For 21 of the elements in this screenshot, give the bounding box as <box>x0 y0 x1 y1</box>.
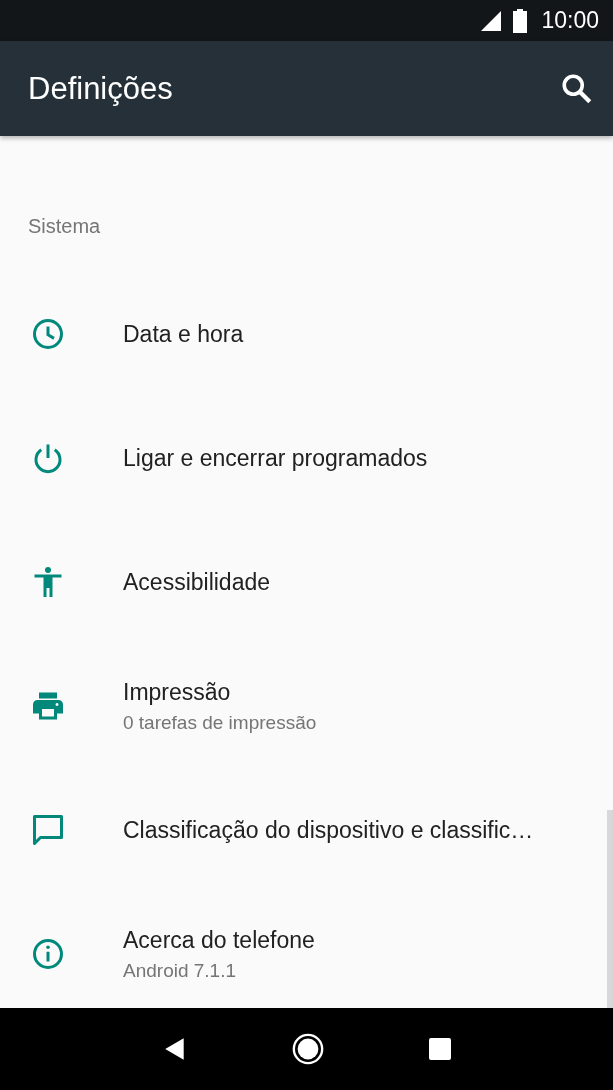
recents-icon[interactable] <box>427 1037 452 1061</box>
settings-item[interactable]: Acessibilidade <box>0 520 606 644</box>
item-summary: Android 7.1.1 <box>123 959 238 982</box>
item-title: Impressão <box>123 678 232 706</box>
home-icon[interactable] <box>290 1032 325 1066</box>
settings-item[interactable]: Acerca do telefone Android 7.1.1 <box>0 892 606 1008</box>
settings-item[interactable]: Classificação do dispositivo e classific… <box>0 768 606 892</box>
settings-item[interactable]: Ligar e encerrar programados <box>0 396 606 520</box>
settings-item[interactable]: Impressão 0 tarefas de impressão <box>0 644 606 768</box>
item-title: Classificação do dispositivo e classific… <box>123 816 534 844</box>
battery-icon <box>513 8 528 33</box>
item-title: Ligar e encerrar programados <box>123 444 428 472</box>
section-header: Sistema <box>27 214 101 239</box>
item-summary: 0 tarefas de impressão <box>123 711 317 734</box>
item-title: Data e hora <box>123 320 244 348</box>
clock-time: 10:00 <box>541 7 599 34</box>
settings-item[interactable]: Data e hora <box>0 272 606 396</box>
item-title: Acerca do telefone <box>123 926 315 954</box>
item-title: Acessibilidade <box>123 568 271 596</box>
scrollbar[interactable] <box>607 810 613 1008</box>
screen-title: Definições <box>28 70 173 107</box>
